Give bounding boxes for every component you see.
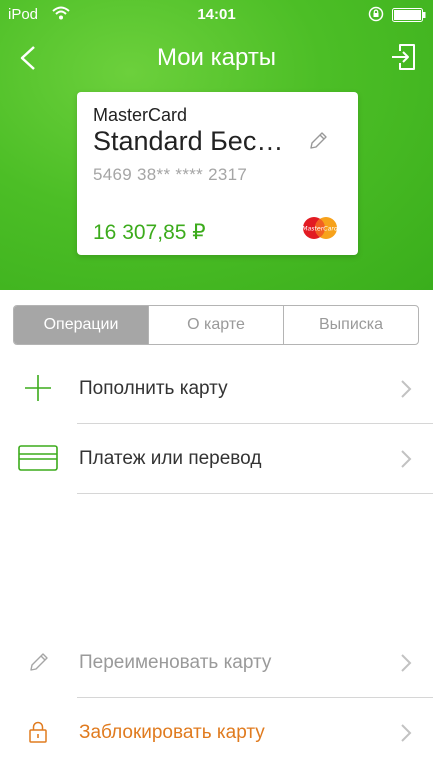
rotation-lock-icon: [368, 6, 384, 22]
card-brand: MasterCard: [93, 105, 188, 125]
logout-icon[interactable]: [388, 42, 418, 72]
header-background: iPod 14:01 Мои карты MasterCard Standard…: [0, 0, 433, 290]
divider: [77, 493, 433, 494]
list-item-label: Заблокировать карту: [79, 722, 265, 743]
edit-pencil-icon[interactable]: [307, 130, 329, 152]
chevron-right-icon: [401, 654, 412, 672]
segmented-control: Операции О карте Выписка: [13, 305, 419, 345]
list-item-label: Платеж или перевод: [79, 448, 262, 469]
list-item-label: Переименовать карту: [79, 652, 272, 673]
chevron-right-icon: [401, 724, 412, 742]
list-item-label: Пополнить карту: [79, 378, 228, 399]
lock-icon: [29, 721, 47, 743]
card-name: Standard Бес…: [93, 126, 284, 156]
tab-about-card[interactable]: О карте: [149, 306, 284, 344]
card-balance: 16 307,85 ₽: [93, 221, 206, 244]
tab-statement[interactable]: Выписка: [284, 306, 418, 344]
page-title: Мои карты: [156, 44, 277, 71]
list-item-topup[interactable]: Пополнить карту: [0, 354, 433, 424]
list-item-block[interactable]: Заблокировать карту: [0, 698, 433, 768]
card-transfer-icon: [18, 445, 58, 471]
list-item-rename[interactable]: Переименовать карту: [0, 628, 433, 698]
plus-icon: [25, 375, 51, 401]
tab-operations[interactable]: Операции: [14, 306, 149, 344]
pencil-icon: [30, 653, 48, 671]
battery-icon: [392, 8, 426, 22]
list-item-payment[interactable]: Платеж или перевод: [0, 424, 433, 494]
card-number: 5469 38** **** 2317: [93, 165, 248, 184]
chevron-right-icon: [401, 450, 412, 468]
mastercard-logo-icon: MasterCard: [302, 217, 338, 239]
bank-card[interactable]: MasterCard Standard Бес… 5469 38** **** …: [77, 92, 358, 255]
svg-text:MasterCard: MasterCard: [302, 225, 338, 233]
chevron-right-icon: [401, 380, 412, 398]
status-bar: iPod 14:01: [0, 0, 433, 30]
